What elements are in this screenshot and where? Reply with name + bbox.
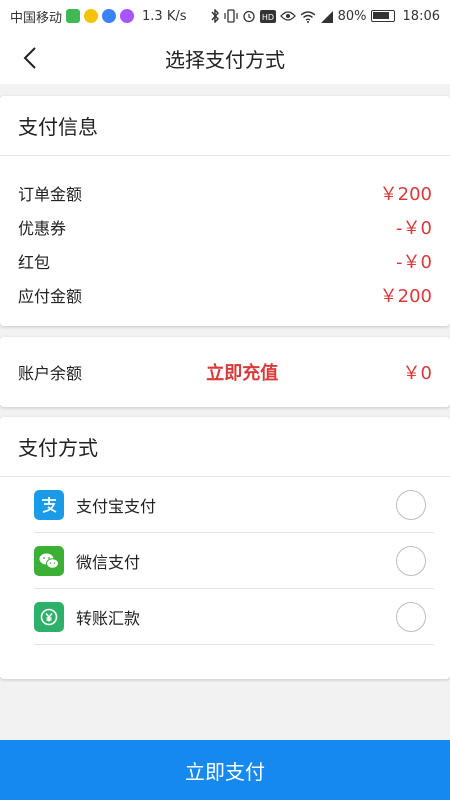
alipay-icon bbox=[34, 489, 64, 520]
nav-bar: 选择支付方式 bbox=[0, 32, 450, 84]
vibrate-icon bbox=[224, 9, 238, 23]
info-label: 订单金额 bbox=[18, 185, 83, 204]
recharge-button[interactable]: 立即充值 bbox=[206, 359, 278, 385]
network-speed: 1.3 K/s bbox=[142, 8, 187, 24]
signal-icon bbox=[320, 10, 333, 23]
payment-info-card: 支付信息 订单金额 ￥200 优惠券 -￥0 红包 -￥0 应付金额 ￥200 bbox=[0, 96, 450, 326]
info-row-coupon: 优惠券 -￥0 bbox=[18, 210, 432, 244]
method-label: 转账汇款 bbox=[76, 608, 141, 628]
pay-now-button[interactable]: 立即支付 bbox=[0, 740, 450, 800]
status-bar: 中国移动 1.3 K/s HD 80% 18:06 bbox=[0, 0, 450, 32]
info-row-order-amount: 订单金额 ￥200 bbox=[18, 176, 432, 210]
yy-icon bbox=[84, 9, 99, 23]
balance-card: 账户余额 立即充值 ￥0 bbox=[0, 337, 450, 407]
info-row-amount-due: 应付金额 ￥200 bbox=[18, 278, 432, 312]
battery-icon bbox=[370, 10, 395, 22]
radio-wechat[interactable] bbox=[396, 545, 426, 576]
radio-alipay[interactable] bbox=[396, 489, 426, 520]
back-button[interactable] bbox=[10, 32, 50, 84]
method-item-alipay[interactable]: 支付宝支付 bbox=[34, 477, 434, 533]
battery-percent: 80% bbox=[337, 8, 367, 24]
transfer-icon bbox=[34, 601, 64, 632]
clock-time: 18:06 bbox=[402, 8, 440, 24]
info-value: ￥200 bbox=[379, 184, 432, 205]
payment-info-title: 支付信息 bbox=[0, 96, 450, 156]
wechat-pay-icon bbox=[34, 545, 64, 576]
info-label: 红包 bbox=[18, 253, 51, 272]
bluetooth-icon bbox=[211, 9, 219, 23]
payment-method-list: 支付宝支付 微信支付 转账汇款 bbox=[0, 477, 450, 645]
page-title: 选择支付方式 bbox=[165, 47, 285, 72]
info-label: 应付金额 bbox=[18, 287, 83, 306]
payment-info-rows: 订单金额 ￥200 优惠券 -￥0 红包 -￥0 应付金额 ￥200 bbox=[0, 156, 450, 312]
svg-text:HD: HD bbox=[262, 13, 274, 22]
info-value: ￥200 bbox=[379, 286, 432, 307]
alarm-icon bbox=[242, 10, 255, 23]
wechat-icon bbox=[66, 9, 81, 23]
chevron-left-icon bbox=[23, 47, 36, 69]
balance-value: ￥0 bbox=[402, 363, 432, 384]
method-item-wechat[interactable]: 微信支付 bbox=[34, 533, 434, 589]
status-left: 中国移动 1.3 K/s bbox=[10, 7, 187, 26]
status-right: HD 80% 18:06 bbox=[210, 9, 440, 24]
info-row-red-packet: 红包 -￥0 bbox=[18, 244, 432, 278]
payment-method-card: 支付方式 支付宝支付 微信支付 转账汇款 bbox=[0, 417, 450, 679]
radio-transfer[interactable] bbox=[396, 601, 426, 632]
method-item-transfer[interactable]: 转账汇款 bbox=[34, 589, 434, 645]
balance-label: 账户余额 bbox=[18, 364, 83, 383]
info-value: -￥0 bbox=[396, 252, 432, 273]
payment-method-title: 支付方式 bbox=[0, 417, 450, 477]
method-label: 微信支付 bbox=[76, 552, 141, 572]
carrier-label: 中国移动 bbox=[10, 10, 63, 26]
app-icon bbox=[120, 9, 135, 23]
wifi-icon bbox=[300, 10, 316, 23]
info-value: -￥0 bbox=[396, 218, 432, 239]
hd-icon: HD bbox=[259, 9, 276, 23]
info-label: 优惠券 bbox=[18, 219, 67, 238]
music-icon bbox=[102, 9, 117, 23]
eye-icon bbox=[279, 11, 296, 21]
method-label: 支付宝支付 bbox=[76, 496, 157, 516]
